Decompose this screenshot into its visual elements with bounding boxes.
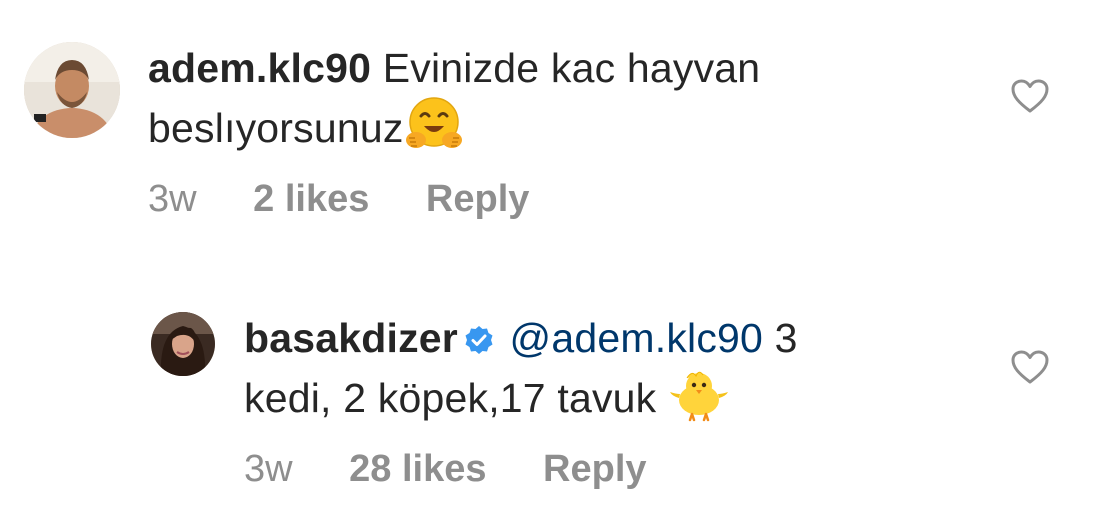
comment-body-line1: Evinizde kac hayvan xyxy=(382,45,761,91)
avatar-image-icon xyxy=(24,42,120,138)
like-heart-icon[interactable] xyxy=(1010,78,1050,114)
reply-button[interactable]: Reply xyxy=(543,448,646,490)
comment-likes[interactable]: 28 likes xyxy=(349,448,486,490)
comment-time: 3w xyxy=(148,178,197,220)
verified-badge-icon xyxy=(464,325,494,355)
baby-chick-icon xyxy=(668,366,730,436)
hugging-face-icon xyxy=(404,96,464,166)
comment-likes[interactable]: 2 likes xyxy=(253,178,369,220)
comment-body-line1: 3 xyxy=(774,315,798,361)
mention-link[interactable]: @adem.klc90 xyxy=(510,315,764,361)
avatar-image-icon xyxy=(151,312,215,376)
comment-username[interactable]: adem.klc90 xyxy=(148,45,371,91)
comment-username[interactable]: basakdizer xyxy=(244,315,458,361)
like-heart-icon[interactable] xyxy=(1010,349,1050,385)
comment-text: basakdizer @adem.klc90 3 kedi, 2 köpek,1… xyxy=(244,310,798,436)
comment-body-line2: beslıyorsunuz xyxy=(148,105,404,151)
reply-button[interactable]: Reply xyxy=(426,178,529,220)
comment-body-line2: kedi, 2 köpek,17 tavuk xyxy=(244,375,657,421)
comment-time: 3w xyxy=(244,448,293,490)
comment-text: adem.klc90 Evinizde kac hayvan beslıyors… xyxy=(148,40,760,166)
avatar[interactable] xyxy=(151,312,215,376)
comment-meta: 3w 2 likes Reply xyxy=(148,178,575,221)
comment-meta: 3w 28 likes Reply xyxy=(244,448,693,491)
avatar[interactable] xyxy=(24,42,120,138)
